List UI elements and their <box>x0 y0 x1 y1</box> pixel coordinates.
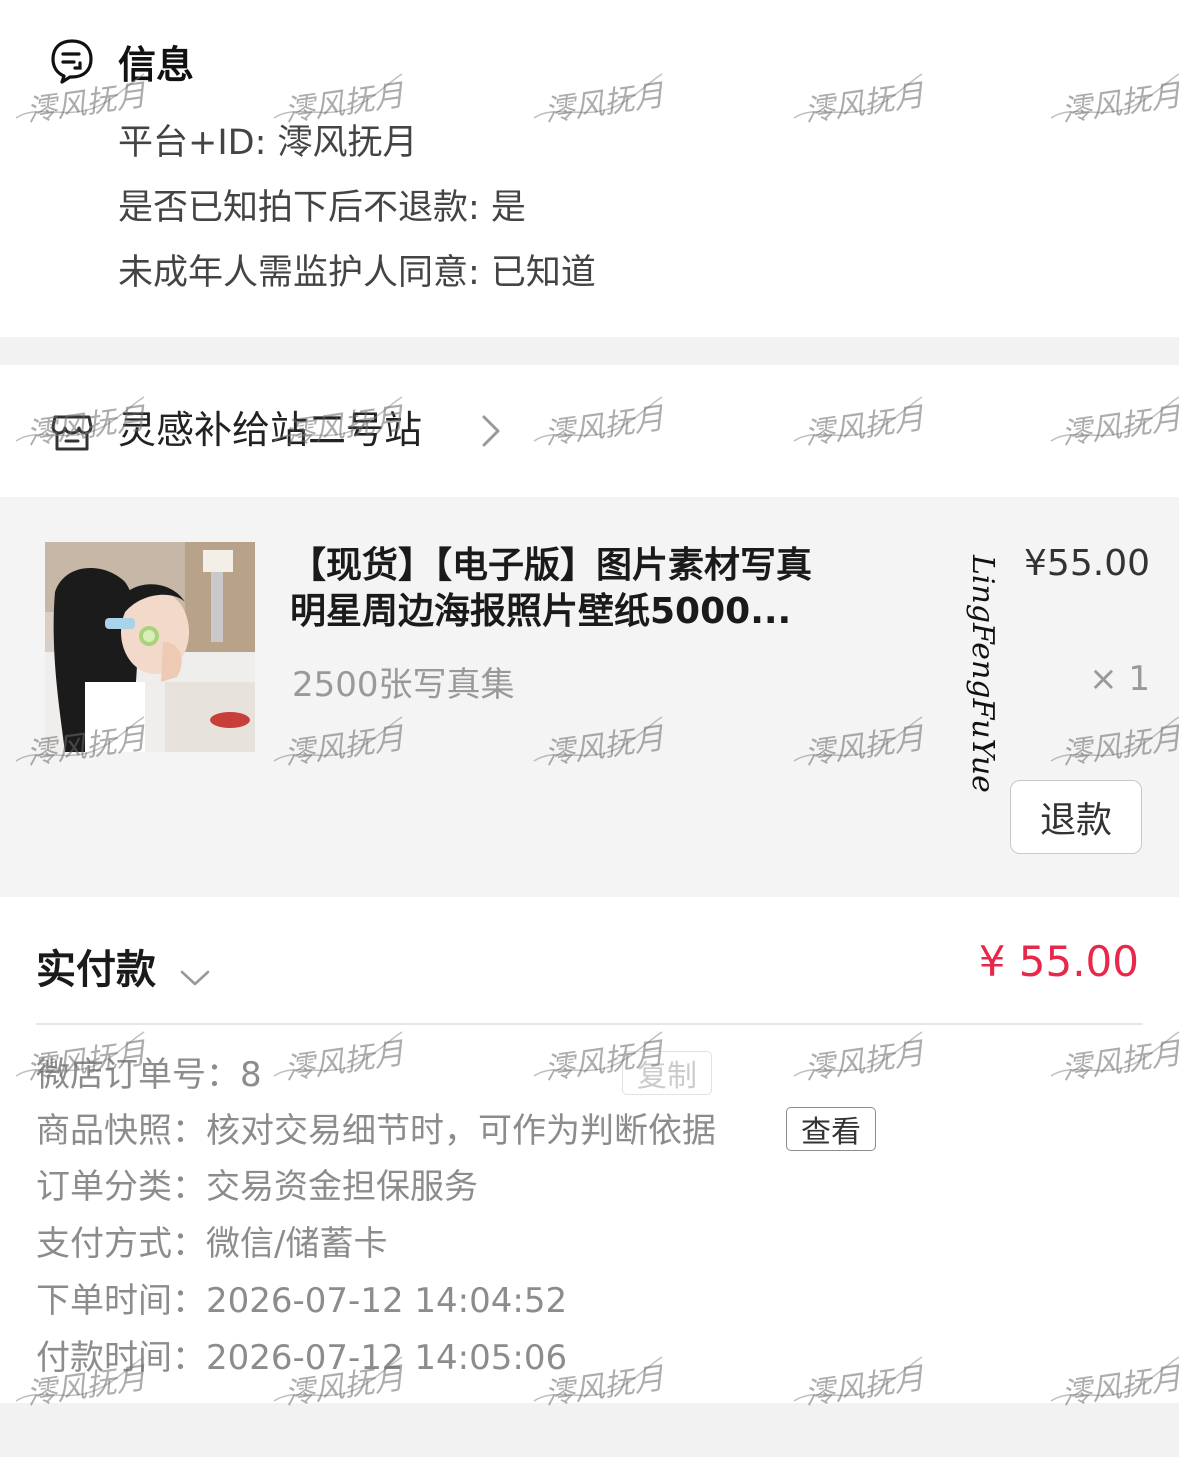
bottom-spacer <box>0 1403 1179 1457</box>
buyer-info-section: 信息 平台+ID: 澪风抚月 是否已知拍下后不退款: 是 未成年人需监护人同意:… <box>0 0 1179 337</box>
paid-amount-toggle[interactable]: 实付款 <box>36 937 212 995</box>
order-category-key: 订单分类： <box>36 1167 206 1207</box>
product-title[interactable]: 【现货】【电子版】图片素材写真 明星周边海报照片壁纸5000... <box>290 543 850 635</box>
info-line-no-refund: 是否已知拍下后不退款: 是 <box>118 188 526 228</box>
snapshot-key: 商品快照： <box>36 1111 206 1151</box>
order-time-key: 下单时间： <box>36 1281 206 1321</box>
redaction-overlay-copy <box>620 1049 714 1097</box>
payment-time-row: 付款时间：2026-07-12 14:05:06 <box>36 1336 567 1380</box>
chat-document-icon <box>48 37 96 85</box>
product-card[interactable]: 【现货】【电子版】图片素材写真 明星周边海报照片壁纸5000... 2500张写… <box>0 497 1179 897</box>
shop-name[interactable]: 灵感补给站二号站 <box>118 405 422 455</box>
order-category-row: 订单分类：交易资金担保服务 <box>36 1165 478 1209</box>
info-line-guardian-consent: 未成年人需监护人同意: 已知道 <box>118 253 596 293</box>
divider <box>36 1023 1143 1025</box>
info-line-platform-id: 平台+ID: 澪风抚月 <box>118 123 418 163</box>
product-title-line-2: 明星周边海报照片壁纸5000... <box>290 591 792 632</box>
order-time-row: 下单时间：2026-07-12 14:04:52 <box>36 1279 567 1323</box>
snapshot-row: 商品快照：核对交易细节时，可作为判断依据 <box>36 1109 716 1153</box>
order-number-key: 微店订单号： <box>36 1055 240 1095</box>
redaction-overlay <box>270 1055 430 1097</box>
payment-time-key: 付款时间： <box>36 1338 206 1378</box>
info-header: 信息 <box>48 36 195 87</box>
payment-method-row: 支付方式：微信/储蓄卡 <box>36 1222 387 1266</box>
snapshot-value: 核对交易细节时，可作为判断依据 <box>206 1111 716 1151</box>
paid-amount-value: ¥ 55.00 <box>978 937 1139 986</box>
order-number-value: 8 <box>240 1055 262 1095</box>
order-time-value: 2026-07-12 14:04:52 <box>206 1281 568 1321</box>
product-price: ¥55.00 <box>1024 543 1150 584</box>
chevron-down-icon[interactable] <box>178 954 212 986</box>
shop-icon <box>50 411 94 455</box>
payment-section: 实付款 ¥ 55.00 微店订单号：8 复制 商品快照：核对交易细节时，可作为判… <box>0 897 1179 1403</box>
order-number-row: 微店订单号：8 <box>36 1053 262 1097</box>
paid-amount-label: 实付款 <box>36 947 156 993</box>
product-sku: 2500张写真集 <box>292 665 515 705</box>
info-lines: 平台+ID: 澪风抚月 是否已知拍下后不退款: 是 未成年人需监护人同意: 已知… <box>118 118 596 313</box>
view-snapshot-button[interactable]: 查看 <box>786 1107 876 1151</box>
order-detail-page: 信息 平台+ID: 澪风抚月 是否已知拍下后不退款: 是 未成年人需监护人同意:… <box>0 0 1179 1457</box>
shop-row[interactable]: 灵感补给站二号站 <box>0 365 1179 497</box>
signature-watermark: LingFengFuYue <box>965 555 1000 793</box>
product-title-line-1: 【现货】【电子版】图片素材写真 <box>290 545 813 586</box>
payment-time-value: 2026-07-12 14:05:06 <box>206 1338 568 1378</box>
info-title: 信息 <box>118 42 195 87</box>
product-quantity: × 1 <box>1089 659 1150 699</box>
order-category-value: 交易资金担保服务 <box>206 1167 478 1207</box>
payment-method-key: 支付方式： <box>36 1224 206 1264</box>
payment-method-value: 微信/储蓄卡 <box>206 1224 388 1264</box>
product-thumbnail[interactable] <box>45 542 255 752</box>
refund-button[interactable]: 退款 <box>1010 780 1142 854</box>
chevron-right-icon[interactable] <box>478 413 504 449</box>
